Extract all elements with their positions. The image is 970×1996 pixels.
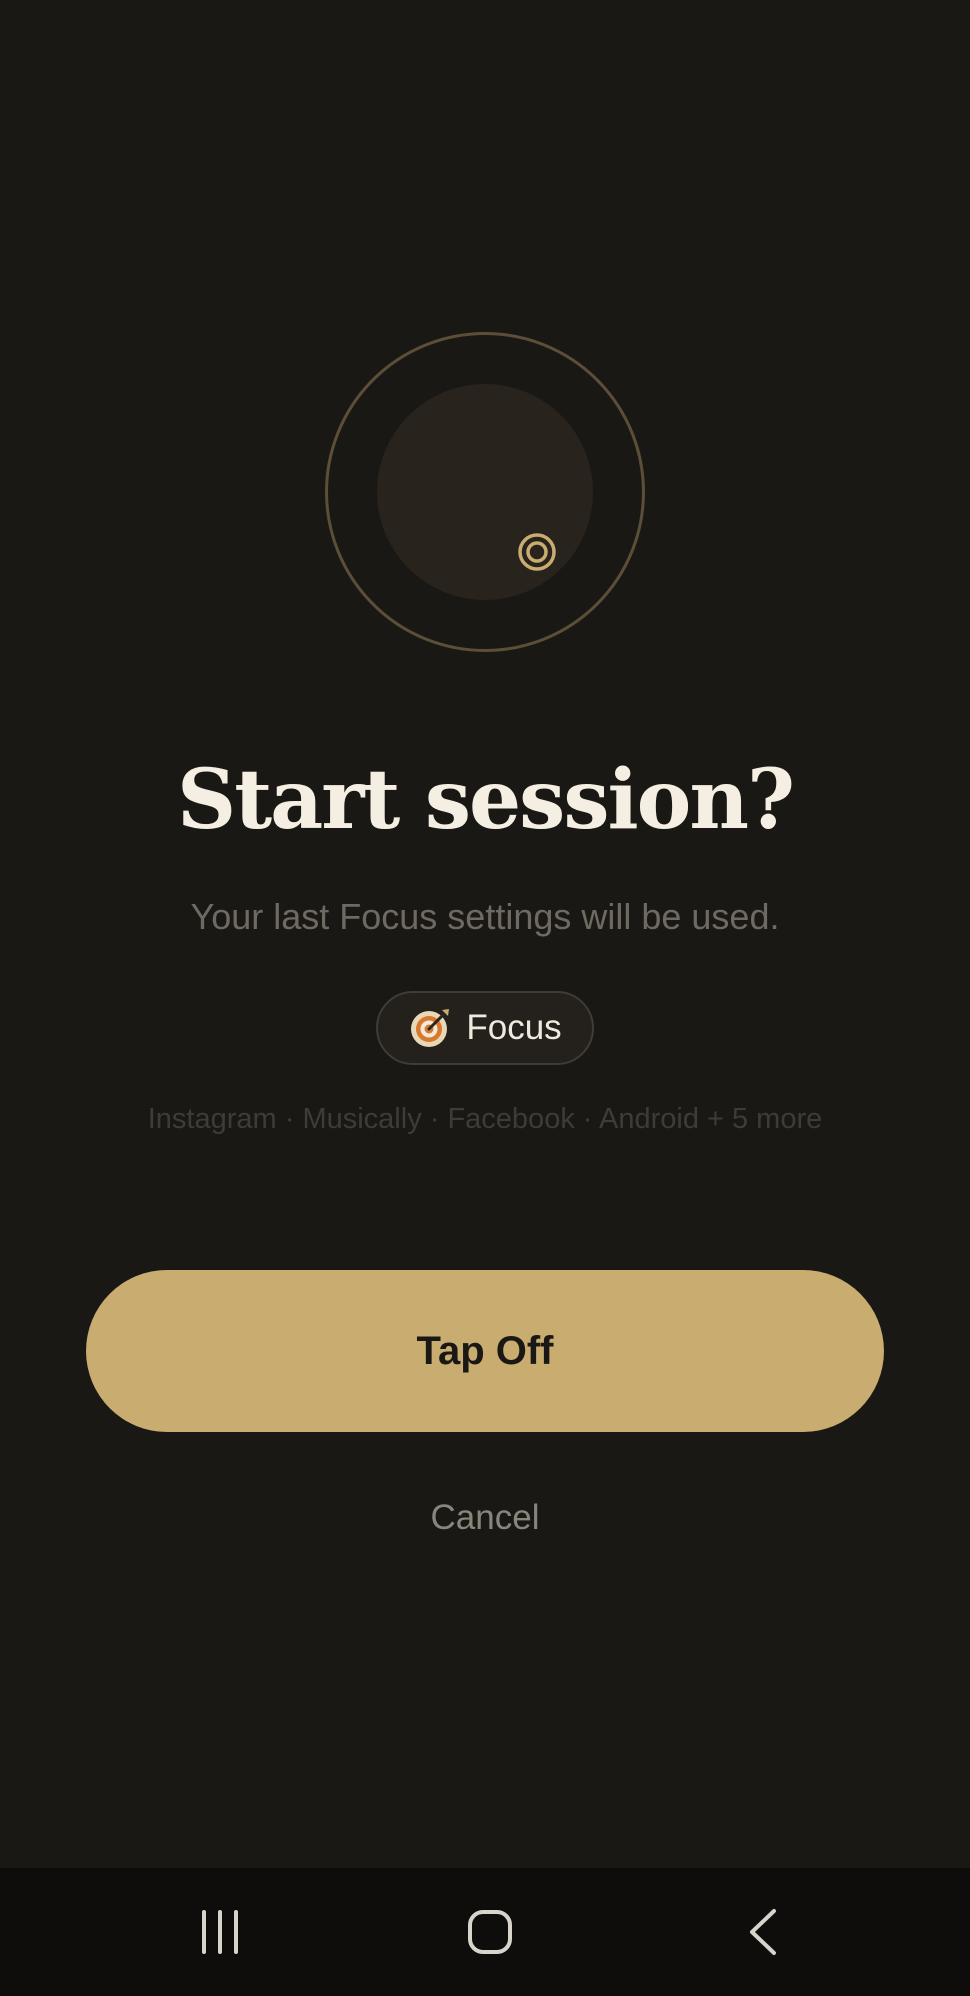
recents-icon: [202, 1910, 238, 1954]
tap-off-button[interactable]: Tap Off: [86, 1270, 884, 1432]
session-ring: [325, 332, 645, 652]
focus-chip-label: Focus: [466, 1008, 562, 1047]
inner-disc: [377, 384, 593, 600]
cancel-button[interactable]: Cancel: [385, 1488, 585, 1548]
start-session-screen: Start session? Your last Focus settings …: [0, 0, 970, 1996]
home-icon: [468, 1910, 512, 1954]
back-button[interactable]: [718, 1890, 808, 1974]
back-icon: [750, 1909, 776, 1955]
target-icon: [518, 533, 556, 571]
dialog-title: Start session?: [176, 752, 795, 848]
system-navigation-bar: [0, 1868, 970, 1996]
dialog-subtitle: Your last Focus settings will be used.: [190, 896, 780, 937]
blocked-apps-list: Instagram · Musically · Facebook · Andro…: [147, 1103, 823, 1135]
focus-mode-chip[interactable]: Focus: [376, 991, 594, 1065]
dart-target-icon: [411, 1009, 450, 1047]
recents-button[interactable]: [175, 1890, 265, 1974]
home-button[interactable]: [445, 1890, 535, 1974]
